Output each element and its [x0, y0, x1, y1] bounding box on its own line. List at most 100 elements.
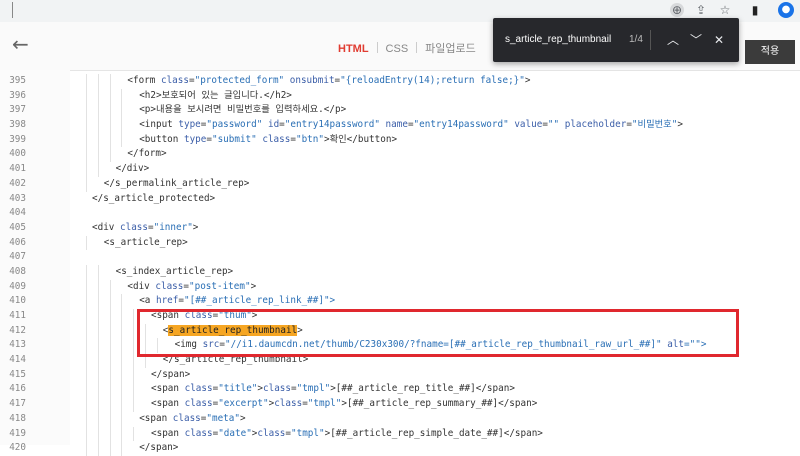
indent-guide: [133, 323, 135, 339]
code-line[interactable]: 418 <span class="meta">: [0, 411, 800, 427]
code-editor[interactable]: 395 <form class="protected_form" onsubmit…: [0, 74, 800, 456]
code-line[interactable]: 403 </s_article_protected>: [0, 192, 800, 207]
code-line[interactable]: 400 </form>: [0, 147, 800, 163]
code-line[interactable]: 417 <span class="excerpt">class="tmpl">[#…: [0, 397, 800, 412]
indent-guide: [121, 353, 123, 368]
star-icon[interactable]: ☆: [718, 3, 732, 17]
tab-edge: [12, 2, 13, 18]
indent-guide: [97, 441, 99, 456]
code-line[interactable]: 420 </span>: [0, 441, 800, 456]
tab-file-upload[interactable]: 파일업로드: [425, 40, 476, 56]
code-line[interactable]: 408 <s_index_article_rep>: [0, 264, 800, 280]
sidebar-icon[interactable]: ▮: [748, 3, 762, 17]
indent-guide: [86, 162, 87, 177]
indent-guide: [97, 323, 99, 339]
code-line[interactable]: 416 <span class="title">class="tmpl">[##_…: [0, 382, 800, 398]
indent-guide: [97, 118, 99, 133]
indent-guide: [109, 294, 111, 309]
code-text: <button type="submit" class="btn">확인</bu…: [139, 133, 398, 145]
code-text: </div>: [115, 163, 150, 175]
install-app-icon[interactable]: ⊕: [670, 3, 684, 17]
indent-guide: [109, 338, 111, 354]
close-icon[interactable]: ✕: [709, 30, 729, 50]
code-line[interactable]: 406 <s_article_rep>: [0, 235, 800, 251]
indent-guide: [86, 323, 87, 339]
code-line[interactable]: 409 <div class="post-item">: [0, 279, 800, 295]
chevron-up-icon[interactable]: ︿: [663, 30, 683, 50]
line-number: 399: [9, 133, 26, 145]
indent-guide: [97, 103, 99, 119]
indent-guide: [121, 132, 123, 148]
indent-guide: [121, 103, 123, 119]
code-line[interactable]: 407: [0, 250, 800, 265]
indent-guide: [97, 147, 99, 163]
code-line[interactable]: 402 </s_permalink_article_rep>: [0, 176, 800, 192]
indent-guide: [133, 338, 135, 354]
indent-guide: [86, 338, 87, 354]
indent-guide: [97, 426, 99, 442]
code-line[interactable]: 397 <p>내용을 보시려면 비밀번호를 입력하세요.</p>: [0, 103, 800, 119]
code-line[interactable]: 398 <input type="password" id="entry14pas…: [0, 118, 800, 133]
indent-guide: [97, 88, 99, 104]
code-text: <a href="[##_article_rep_link_##]">: [139, 295, 336, 307]
tab-html[interactable]: HTML: [338, 43, 369, 55]
indent-guide: [133, 397, 135, 412]
find-input[interactable]: s_article_rep_thumbnail: [505, 34, 611, 45]
indent-guide: [97, 132, 99, 148]
indent-guide: [121, 118, 123, 133]
indent-guide: [86, 441, 87, 456]
line-number: 398: [9, 119, 26, 131]
profile-icon[interactable]: ●: [778, 2, 794, 18]
code-text: </s_permalink_article_rep>: [103, 177, 250, 189]
back-arrow-icon[interactable]: ←: [12, 32, 29, 56]
indent-guide: [86, 132, 87, 148]
indent-guide: [109, 74, 111, 89]
code-line[interactable]: 410 <a href="[##_article_rep_link_##]">: [0, 294, 800, 309]
indent-guide: [133, 426, 135, 442]
chevron-down-icon[interactable]: ﹀: [686, 30, 706, 50]
code-text: <span class="excerpt">class="tmpl">[##_a…: [151, 398, 538, 410]
tab-css[interactable]: CSS: [386, 43, 409, 55]
indent-guide: [121, 323, 123, 339]
apply-button[interactable]: 적용: [745, 40, 795, 64]
code-line[interactable]: 399 <button type="submit" class="btn">확인<…: [0, 132, 800, 148]
line-number: 407: [9, 251, 26, 263]
code-line[interactable]: 395 <form class="protected_form" onsubmit…: [0, 74, 800, 89]
code-line[interactable]: 419 <span class="date">class="tmpl">[##_a…: [0, 426, 800, 442]
indent-guide: [133, 382, 135, 398]
editor-tabs: HTML CSS 파일업로드: [338, 40, 476, 56]
code-text: <h2>보호되어 있는 글입니다.</h2>: [139, 89, 292, 101]
indent-guide: [97, 264, 99, 280]
indent-guide: [133, 367, 135, 383]
line-number: 408: [9, 265, 26, 277]
line-number: 400: [9, 148, 26, 160]
code-line[interactable]: 404: [0, 206, 800, 221]
code-line[interactable]: 405 <div class="inner">: [0, 221, 800, 236]
indent-guide: [86, 279, 87, 295]
find-divider: [650, 30, 651, 50]
line-number: 419: [9, 427, 26, 439]
indent-guide: [86, 367, 87, 383]
code-text: <span class="meta">: [139, 412, 246, 424]
code-line[interactable]: 396 <h2>보호되어 있는 글입니다.</h2>: [0, 88, 800, 104]
code-line[interactable]: 415 </span>: [0, 367, 800, 383]
indent-guide: [97, 353, 99, 368]
indent-guide: [109, 103, 111, 119]
code-line[interactable]: 401 </div>: [0, 162, 800, 177]
find-bar: s_article_rep_thumbnail 1/4 ︿ ﹀ ✕: [493, 18, 739, 62]
code-text: </s_article_protected>: [92, 192, 216, 204]
indent-guide: [121, 294, 123, 309]
line-number: 418: [9, 412, 26, 424]
indent-guide: [86, 74, 87, 89]
indent-guide: [86, 235, 87, 251]
code-text: <span class="title">class="tmpl">[##_art…: [151, 383, 515, 395]
code-text: <p>내용을 보시려면 비밀번호를 입력하세요.</p>: [139, 104, 347, 116]
share-icon[interactable]: ⇪: [694, 3, 708, 17]
code-text: </form>: [127, 148, 167, 160]
line-number: 417: [9, 398, 26, 410]
line-number: 406: [9, 236, 26, 248]
line-number: 415: [9, 368, 26, 380]
line-number: 396: [9, 89, 26, 101]
indent-guide: [97, 74, 99, 89]
line-number: 397: [9, 104, 26, 116]
